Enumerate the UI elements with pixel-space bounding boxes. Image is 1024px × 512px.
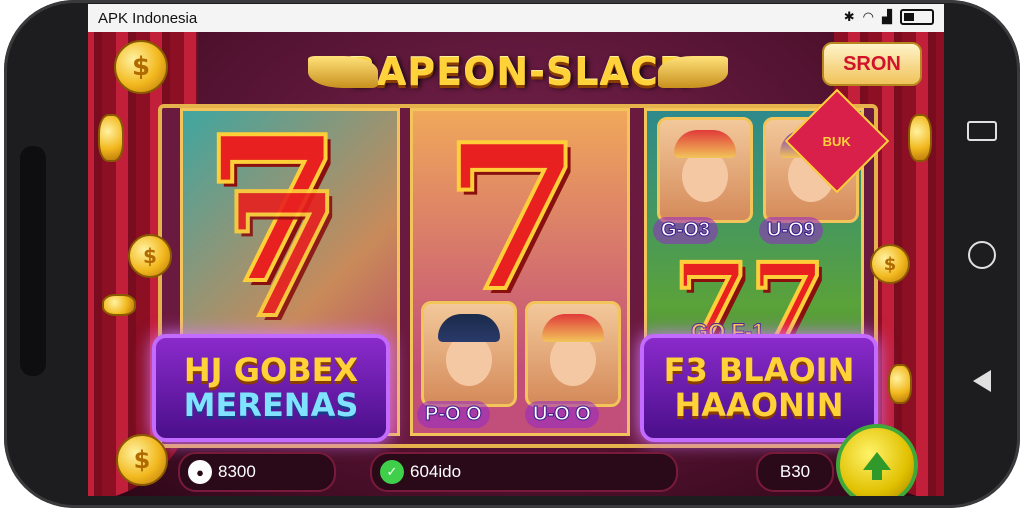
portrait-card-queen [525, 301, 621, 407]
coin-icon: $ [116, 434, 168, 486]
lucky-seven-symbol: 7 [441, 108, 584, 336]
bonus-panel-line: HJ GOBEX [183, 350, 359, 389]
bet-value: 604ido [410, 462, 462, 481]
bonus-panel-left[interactable]: HJ GOBEX MERENAS [152, 334, 390, 442]
spin-button-label: SRON [843, 52, 901, 75]
coin-icon [102, 294, 136, 316]
win-display: B30 [756, 452, 834, 492]
phone-frame: APK Indonesia ✱ ◠ ▟ BAPEON-SLACR SRON 7 … [4, 0, 1020, 508]
back-button[interactable] [962, 366, 1002, 396]
back-triangle-icon [973, 370, 991, 392]
portrait-card-officer [421, 301, 517, 407]
portrait-card-warrior [657, 117, 753, 223]
bonus-panel-line: HAAONIN [674, 386, 844, 424]
bonus-panel-line: MERENAS [183, 386, 359, 424]
balance-display: ● 8300 [178, 452, 336, 492]
signal-icon: ▟ [882, 9, 892, 24]
battery-icon [900, 9, 934, 25]
title-banner: BAPEON-SLACR [308, 44, 728, 100]
reel-2: 7 P-O O U-O O [410, 108, 630, 436]
play-button[interactable] [836, 424, 918, 496]
win-value: B30 [779, 462, 811, 481]
status-icons: ✱ ◠ ▟ [844, 9, 934, 25]
home-button[interactable] [962, 240, 1002, 270]
coin-icon: $ [114, 40, 168, 94]
square-icon [967, 121, 997, 141]
phone-notch [20, 146, 46, 376]
game-title: BAPEON-SLACR [346, 50, 690, 94]
right-wing-icon [658, 56, 728, 88]
bluetooth-icon: ✱ [843, 9, 855, 24]
ribbon-label: BUK [822, 133, 852, 149]
spin-button[interactable]: SRON [822, 42, 922, 86]
coin-icon: $ [870, 244, 910, 284]
wifi-icon: ◠ [862, 9, 874, 24]
bonus-panel-line: F3 BLAOIN [663, 350, 855, 389]
bet-display[interactable]: ✓ 604ido [370, 452, 678, 492]
recent-apps-button[interactable] [962, 116, 1002, 146]
circle-icon [968, 241, 996, 269]
portrait-value-label: P-O O [417, 401, 490, 428]
lucky-seven-symbol-back: 7 [221, 156, 343, 356]
coin-icon: $ [128, 234, 172, 278]
coin-icon [908, 114, 932, 162]
coin-icon [888, 364, 912, 404]
chip-icon: ● [188, 460, 212, 484]
game-screen: APK Indonesia ✱ ◠ ▟ BAPEON-SLACR SRON 7 … [88, 4, 944, 496]
balance-value: 8300 [218, 462, 256, 481]
check-icon: ✓ [380, 460, 404, 484]
bonus-panel-right[interactable]: F3 BLAOIN HAAONIN [640, 334, 878, 442]
coin-icon [98, 114, 124, 162]
portrait-value-label: U-O O [525, 401, 599, 428]
carrier-label: APK Indonesia [98, 9, 198, 27]
left-wing-icon [308, 56, 378, 88]
status-bar: APK Indonesia ✱ ◠ ▟ [88, 4, 944, 32]
